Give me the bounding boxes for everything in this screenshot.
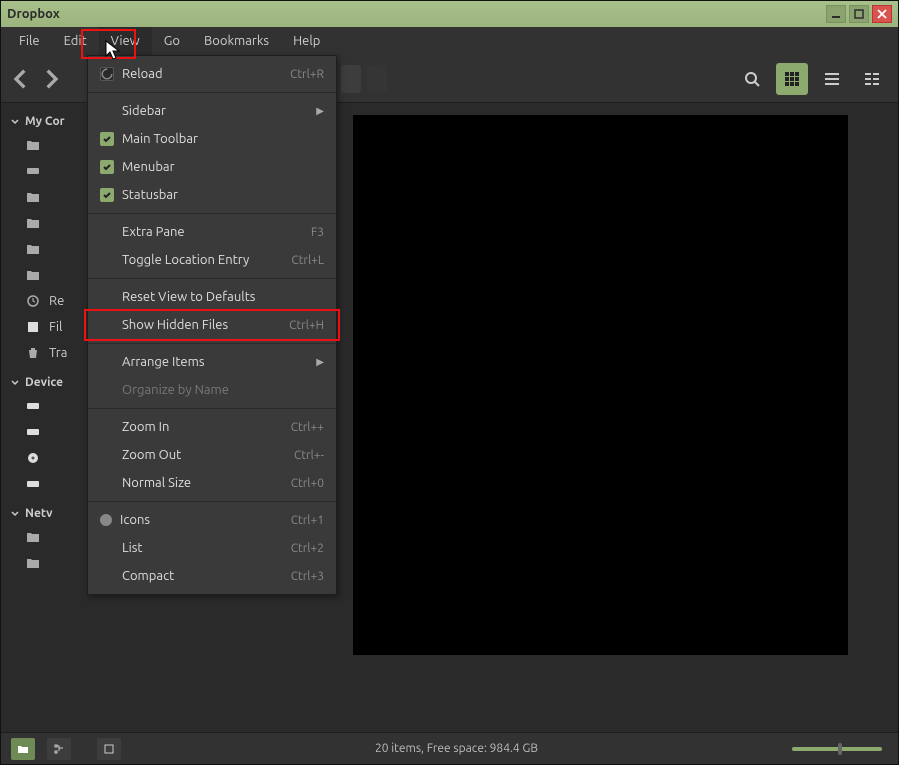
content-redacted-area [353, 115, 848, 655]
breadcrumb [341, 65, 387, 93]
breadcrumb-segment[interactable] [341, 65, 361, 93]
folder-icon [25, 137, 41, 153]
disc-icon [25, 450, 41, 466]
folder-icon [25, 267, 41, 283]
menu-view-list[interactable]: List Ctrl+2 [88, 534, 336, 562]
view-compact-button[interactable] [856, 63, 888, 95]
titlebar[interactable]: Dropbox [1, 1, 898, 27]
maximize-button[interactable] [849, 5, 869, 23]
view-menu-dropdown: Reload Ctrl+R Sidebar ▶ Main Toolbar Men… [87, 55, 337, 595]
trash-icon [25, 345, 41, 361]
places-button[interactable] [11, 738, 35, 760]
menu-bookmarks[interactable]: Bookmarks [192, 27, 281, 55]
menu-view[interactable]: View [99, 27, 152, 55]
menu-separator [88, 278, 336, 279]
zoom-slider[interactable] [792, 747, 882, 751]
minimize-button[interactable] [826, 5, 846, 23]
window-controls [826, 5, 892, 23]
menu-file[interactable]: File [7, 27, 52, 55]
file-icon [25, 319, 41, 335]
statusbar: 20 items, Free space: 984.4 GB [1, 732, 898, 764]
show-hidden-toggle[interactable] [97, 738, 121, 760]
statusbar-text: 20 items, Free space: 984.4 GB [133, 742, 780, 755]
menu-separator [88, 343, 336, 344]
check-icon [100, 160, 114, 174]
menu-zoom-in[interactable]: Zoom In Ctrl++ [88, 413, 336, 441]
drive-icon [25, 163, 41, 179]
menu-arrange-items[interactable]: Arrange Items ▶ [88, 348, 336, 376]
menu-view-compact[interactable]: Compact Ctrl+3 [88, 562, 336, 590]
menu-reset-view[interactable]: Reset View to Defaults [88, 283, 336, 311]
menu-menubar[interactable]: Menubar [88, 153, 336, 181]
menu-statusbar[interactable]: Statusbar [88, 181, 336, 209]
menu-edit[interactable]: Edit [52, 27, 99, 55]
menu-zoom-out[interactable]: Zoom Out Ctrl+- [88, 441, 336, 469]
menu-go[interactable]: Go [152, 27, 192, 55]
folder-icon [25, 189, 41, 205]
view-list-button[interactable] [816, 63, 848, 95]
drive-icon [25, 476, 41, 492]
file-manager-window: Dropbox File Edit View Go Bookmarks Help [0, 0, 899, 765]
folder-icon [25, 215, 41, 231]
folder-icon [25, 241, 41, 257]
reload-icon [100, 67, 114, 81]
menu-show-hidden-files[interactable]: Show Hidden Files Ctrl+H [88, 311, 336, 339]
menu-main-toolbar[interactable]: Main Toolbar [88, 125, 336, 153]
nav-back-button[interactable] [11, 69, 31, 89]
menu-extra-pane[interactable]: Extra Pane F3 [88, 218, 336, 246]
recent-icon [25, 293, 41, 309]
menu-separator [88, 501, 336, 502]
drive-icon [25, 424, 41, 440]
check-icon [100, 188, 114, 202]
drive-icon [25, 398, 41, 414]
menu-normal-size[interactable]: Normal Size Ctrl+0 [88, 469, 336, 497]
treeview-button[interactable] [47, 738, 71, 760]
network-folder-icon [25, 555, 41, 571]
view-icons-button[interactable] [776, 63, 808, 95]
menubar: File Edit View Go Bookmarks Help [1, 27, 898, 55]
check-icon [100, 132, 114, 146]
chevron-right-icon: ▶ [316, 356, 324, 368]
radio-icon [100, 514, 112, 526]
menu-toggle-location[interactable]: Toggle Location Entry Ctrl+L [88, 246, 336, 274]
menu-organize-by-name: Organize by Name [88, 376, 336, 404]
menu-view-icons[interactable]: Icons Ctrl+1 [88, 506, 336, 534]
menu-sidebar[interactable]: Sidebar ▶ [88, 97, 336, 125]
close-button[interactable] [872, 5, 892, 23]
window-title: Dropbox [7, 7, 826, 21]
breadcrumb-segment[interactable] [367, 65, 387, 93]
menu-separator [88, 408, 336, 409]
network-folder-icon [25, 529, 41, 545]
nav-forward-button[interactable] [41, 69, 61, 89]
menu-separator [88, 92, 336, 93]
menu-separator [88, 213, 336, 214]
menu-reload[interactable]: Reload Ctrl+R [88, 60, 336, 88]
menu-help[interactable]: Help [281, 27, 332, 55]
chevron-right-icon: ▶ [316, 105, 324, 117]
search-button[interactable] [736, 63, 768, 95]
